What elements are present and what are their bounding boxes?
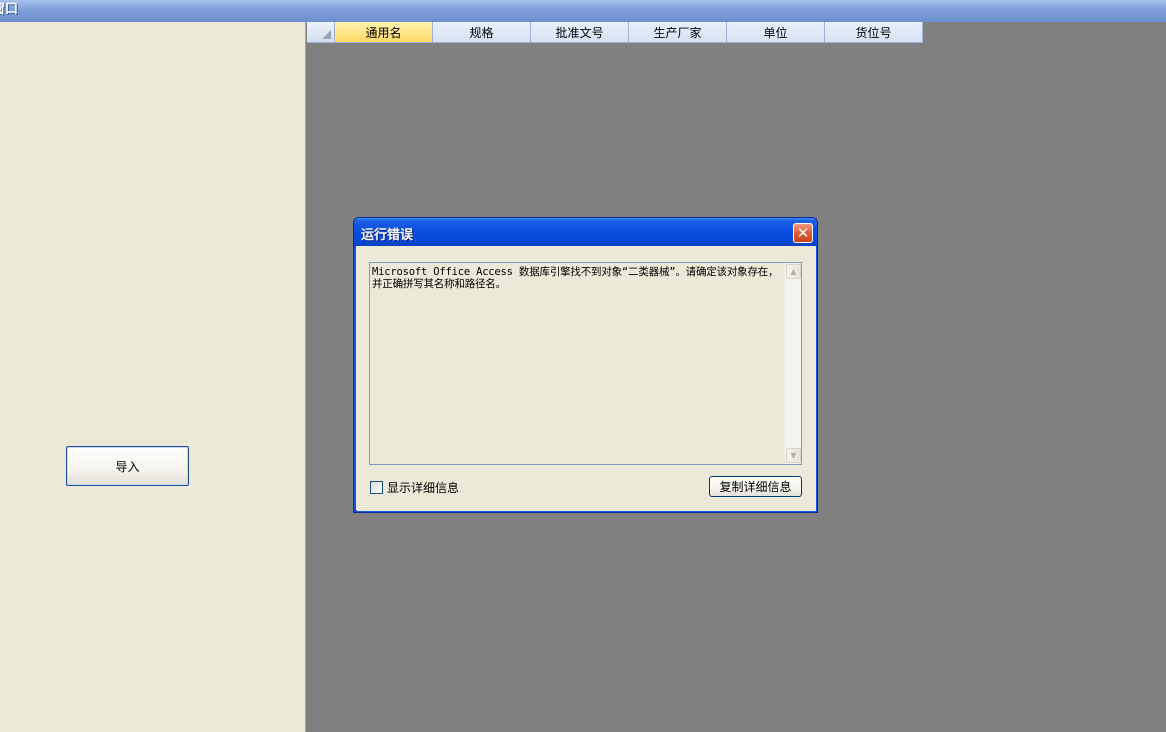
scroll-down-arrow-icon[interactable]: ▼ <box>786 448 801 463</box>
form-left-panel: 导入 <box>0 22 306 732</box>
show-details-option[interactable]: 显示详细信息 <box>370 479 459 496</box>
column-header-unit[interactable]: 单位 <box>727 22 825 43</box>
window-title: 窗口 <box>0 2 19 17</box>
error-message-textbox[interactable]: Microsoft Office Access 数据库引擎找不到对象“二类器械”… <box>369 262 802 465</box>
dialog-body: Microsoft Office Access 数据库引擎找不到对象“二类器械”… <box>357 246 816 511</box>
datasheet-header: 通用名 规格 批准文号 生产厂家 单位 货位号 <box>307 22 923 43</box>
column-header-location-number[interactable]: 货位号 <box>825 22 923 43</box>
copy-details-button[interactable]: 复制详细信息 <box>709 476 802 497</box>
column-header-specification[interactable]: 规格 <box>433 22 531 43</box>
dialog-titlebar[interactable]: 运行错误 ✕ <box>354 218 817 246</box>
show-details-label: 显示详细信息 <box>387 481 460 495</box>
close-icon[interactable]: ✕ <box>793 223 813 243</box>
import-button[interactable]: 导入 <box>66 446 189 486</box>
select-all-corner-icon <box>322 30 331 39</box>
window-titlebar[interactable]: 窗口 <box>0 0 1166 22</box>
runtime-error-dialog: 运行错误 ✕ Microsoft Office Access 数据库引擎找不到对… <box>353 217 818 513</box>
dialog-title: 运行错误 <box>361 228 414 243</box>
grid-select-all-corner[interactable] <box>307 22 335 43</box>
column-header-approval-number[interactable]: 批准文号 <box>531 22 629 43</box>
error-message-text: Microsoft Office Access 数据库引擎找不到对象“二类器械”… <box>372 266 779 290</box>
message-scrollbar[interactable]: ▲ ▼ <box>784 263 801 464</box>
show-details-checkbox[interactable] <box>370 481 383 494</box>
column-header-generic-name[interactable]: 通用名 <box>335 22 433 43</box>
column-header-manufacturer[interactable]: 生产厂家 <box>629 22 727 43</box>
scroll-up-arrow-icon[interactable]: ▲ <box>786 264 801 279</box>
